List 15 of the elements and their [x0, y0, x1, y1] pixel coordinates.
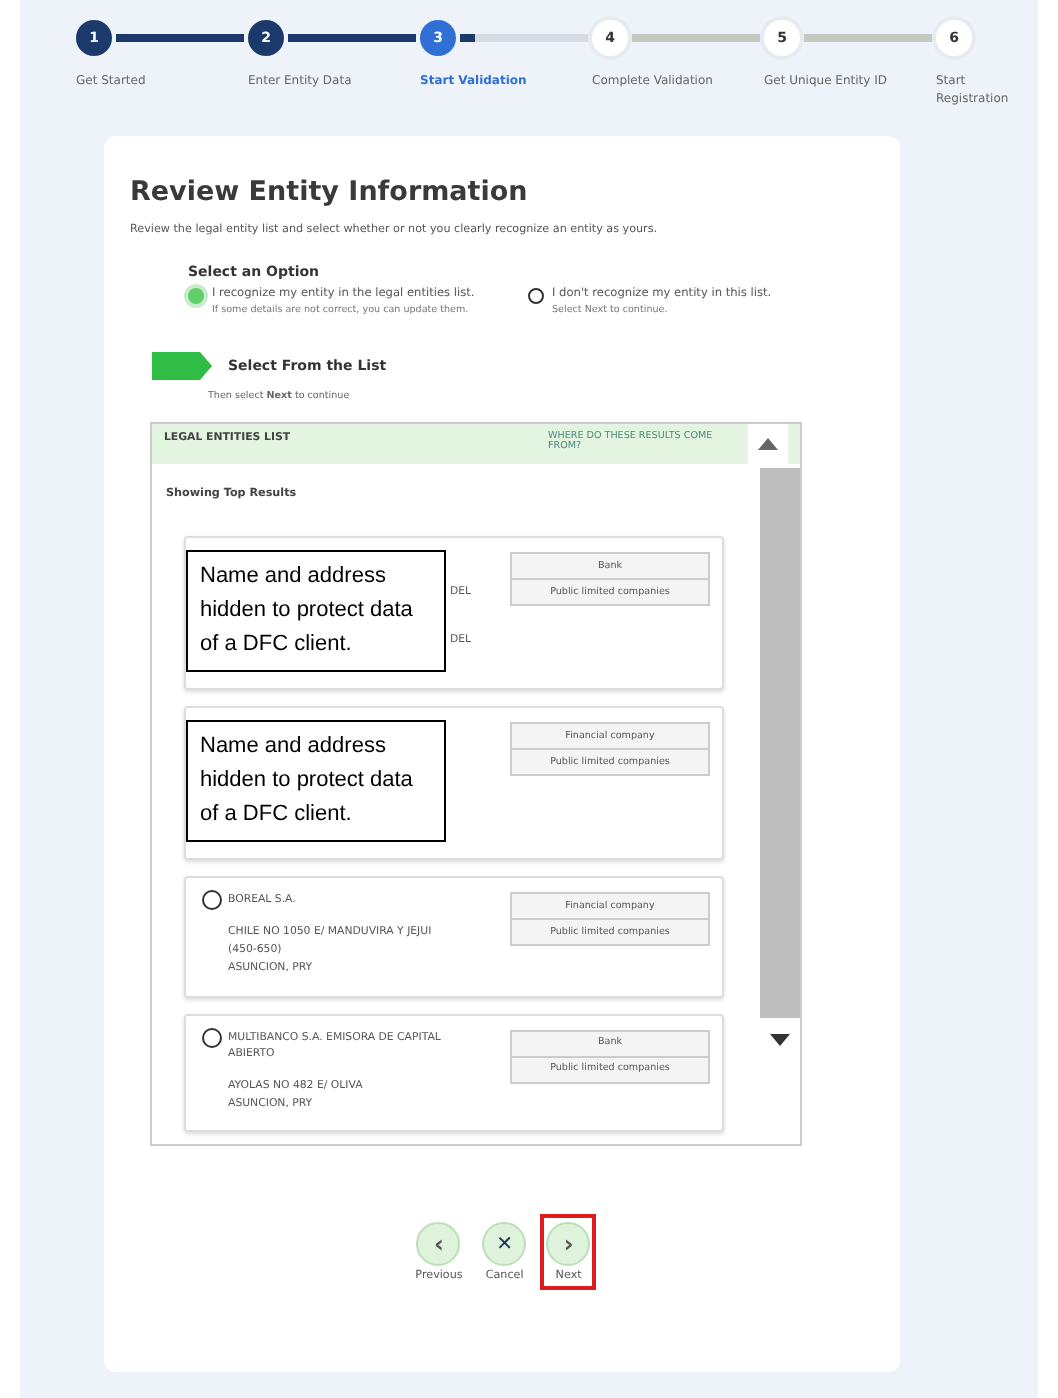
scroll-up-icon[interactable]	[758, 438, 778, 450]
step-connector	[288, 34, 416, 42]
radio-button[interactable]	[188, 288, 204, 304]
page-title: Review Entity Information	[130, 176, 530, 208]
arrow-tag-icon	[152, 352, 212, 380]
redaction-note: Name and address hidden to protect data of a DFC client.	[186, 550, 446, 672]
radio-button[interactable]	[202, 1027, 222, 1048]
step-connector	[632, 34, 760, 42]
scrollbar-thumb[interactable]	[760, 468, 800, 1018]
step-connector	[116, 34, 244, 42]
redaction-note: Name and address hidden to protect data of a DFC client.	[186, 720, 446, 842]
radio-button[interactable]	[528, 288, 544, 304]
radio-button[interactable]	[202, 890, 222, 910]
scroll-down-icon[interactable]	[770, 1034, 790, 1046]
step-connector	[804, 34, 932, 42]
